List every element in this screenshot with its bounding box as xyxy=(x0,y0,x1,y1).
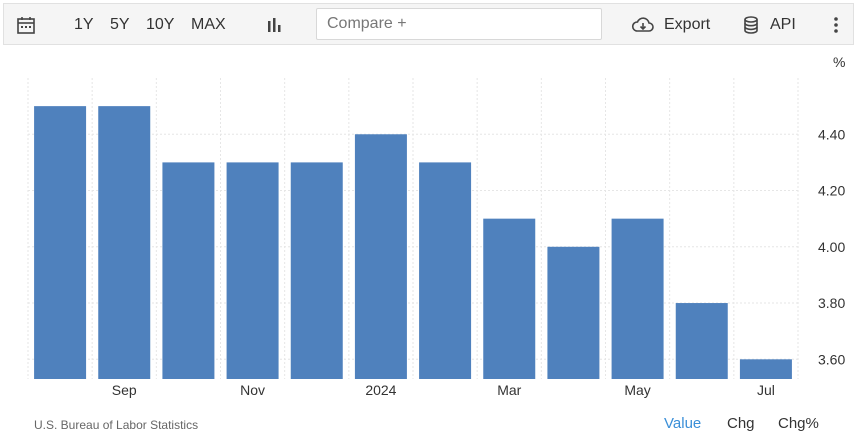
y-tick-label: 4.00 xyxy=(818,239,845,255)
compare-input[interactable] xyxy=(316,8,602,40)
bar xyxy=(226,162,279,379)
x-tick-label: Nov xyxy=(240,382,265,398)
more-vertical-icon[interactable] xyxy=(826,15,846,35)
y-tick-label: 4.20 xyxy=(818,183,845,199)
bar-chart: 3.60 3.80 4.00 4.20 4.40% Sep Nov 2024 Mar May Jul xyxy=(27,54,845,398)
bar xyxy=(354,134,407,379)
bar xyxy=(675,303,728,379)
view-chg-pct-button[interactable]: Chg% xyxy=(778,415,819,432)
bar xyxy=(483,218,536,379)
bar xyxy=(98,106,151,379)
bar xyxy=(739,359,792,379)
bar xyxy=(34,106,87,379)
range-max-button[interactable]: MAX xyxy=(191,4,226,46)
bar xyxy=(419,162,472,379)
api-button[interactable]: API xyxy=(770,4,796,46)
database-icon[interactable] xyxy=(741,15,761,35)
x-tick-label: Mar xyxy=(497,382,521,398)
source-label: U.S. Bureau of Labor Statistics xyxy=(34,418,199,432)
bar xyxy=(162,162,215,379)
y-tick-label: 3.60 xyxy=(818,351,845,367)
view-chg-button[interactable]: Chg xyxy=(727,415,755,432)
y-tick-label: 4.40 xyxy=(818,126,845,142)
x-tick-label: Jul xyxy=(757,382,775,398)
x-tick-label: Sep xyxy=(112,382,137,398)
range-1y-button[interactable]: 1Y xyxy=(74,4,94,46)
x-tick-label: 2024 xyxy=(365,382,396,398)
y-unit-label: % xyxy=(833,54,845,70)
view-value-button[interactable]: Value xyxy=(664,415,701,432)
range-5y-button[interactable]: 5Y xyxy=(110,4,130,46)
bar xyxy=(611,218,664,379)
calendar-icon[interactable] xyxy=(16,15,36,35)
bar xyxy=(547,246,600,379)
export-button[interactable]: Export xyxy=(664,4,710,46)
bar xyxy=(290,162,343,379)
range-10y-button[interactable]: 10Y xyxy=(146,4,174,46)
x-tick-label: May xyxy=(624,382,650,398)
bar-chart-icon[interactable] xyxy=(264,15,284,35)
cloud-download-icon[interactable] xyxy=(631,15,655,35)
chart-toolbar: 1Y 5Y 10Y MAX Export API xyxy=(3,3,854,45)
y-tick-label: 3.80 xyxy=(818,295,845,311)
